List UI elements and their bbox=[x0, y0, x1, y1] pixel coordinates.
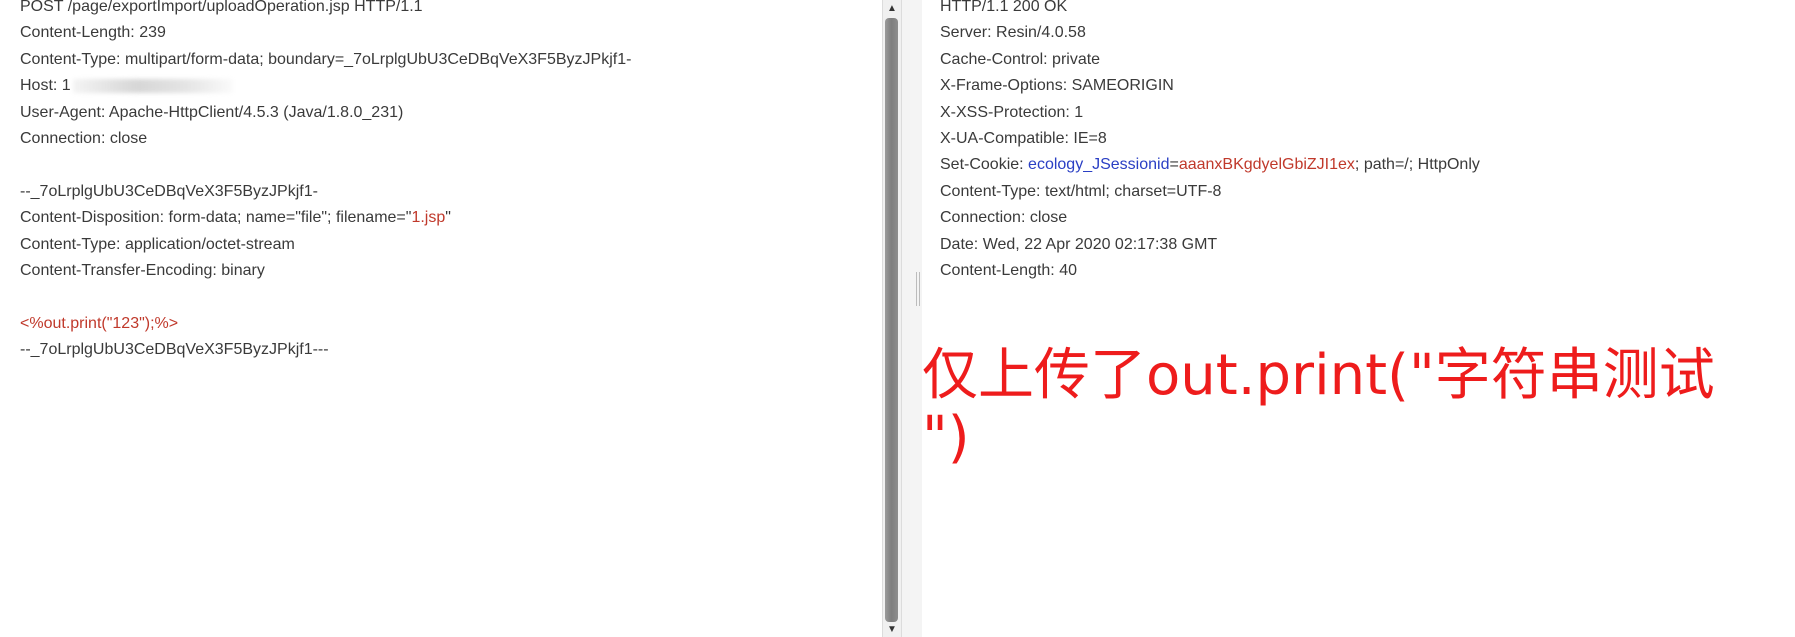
status-line: HTTP/1.1 200 OK bbox=[940, 0, 1068, 15]
header-set-cookie: Set-Cookie: ecology_JSessionid=aaanxBKgd… bbox=[940, 152, 1480, 178]
disposition-filename: 1.jsp bbox=[411, 209, 446, 227]
header-date: Date: Wed, 22 Apr 2020 02:17:38 GMT bbox=[940, 235, 1218, 253]
header-x-frame-options: X-Frame-Options: SAMEORIGIN bbox=[940, 77, 1174, 95]
boundary-close: --_7oLrplgUbU3CeDBqVeX3F5ByzJPkjf1--- bbox=[20, 341, 329, 359]
scrollbar-thumb[interactable] bbox=[885, 18, 898, 622]
header-user-agent: User-Agent: Apache-HttpClient/4.5.3 (Jav… bbox=[20, 103, 404, 121]
header-host: Host: 1 bbox=[20, 73, 631, 99]
response-viewer[interactable]: HTTP/1.1 200 OK Server: Resin/4.0.58 Cac… bbox=[922, 0, 1795, 637]
pane-splitter[interactable] bbox=[902, 0, 922, 637]
redacted-host-blur bbox=[72, 78, 233, 93]
boundary-open: --_7oLrplgUbU3CeDBqVeX3F5ByzJPkjf1- bbox=[20, 182, 318, 200]
cookie-value: aaanxBKgdyelGbiZJI1ex bbox=[1178, 156, 1355, 174]
header-content-disposition: Content-Disposition: form-data; name="fi… bbox=[20, 205, 631, 231]
header-content-length: Content-Length: 239 bbox=[20, 24, 166, 42]
header-content-type: Content-Type: multipart/form-data; bound… bbox=[20, 50, 632, 68]
disposition-prefix: Content-Disposition: form-data; name="fi… bbox=[20, 209, 412, 227]
cookie-name: ecology_JSessionid bbox=[1028, 156, 1170, 174]
header-x-xss-protection: X-XSS-Protection: 1 bbox=[940, 103, 1084, 121]
request-line: POST /page/exportImport/uploadOperation.… bbox=[20, 0, 423, 15]
annotation-line-2: ") bbox=[922, 405, 970, 470]
splitter-grip-icon[interactable] bbox=[916, 272, 920, 306]
annotation-line-1: 仅上传了out.print("字符串测试 bbox=[922, 343, 1715, 408]
header-connection: Connection: close bbox=[940, 209, 1068, 227]
scroll-up-arrow-icon[interactable]: ▲ bbox=[883, 2, 901, 16]
header-x-ua-compatible: X-UA-Compatible: IE=8 bbox=[940, 129, 1107, 147]
red-annotation: 仅上传了out.print("字符串测试 ") bbox=[922, 345, 1742, 469]
cookie-equals: = bbox=[1169, 156, 1179, 174]
response-lines: HTTP/1.1 200 OK Server: Resin/4.0.58 Cac… bbox=[940, 0, 1480, 284]
payload-line: <%out.print("123");%> bbox=[20, 314, 179, 332]
request-lines: POST /page/exportImport/uploadOperation.… bbox=[20, 0, 631, 363]
header-content-length: Content-Length: 40 bbox=[940, 261, 1077, 279]
header-connection: Connection: close bbox=[20, 129, 148, 147]
header-content-type: Content-Type: text/html; charset=UTF-8 bbox=[940, 182, 1222, 200]
header-server: Server: Resin/4.0.58 bbox=[940, 24, 1086, 42]
cookie-suffix: ; path=/; HttpOnly bbox=[1354, 156, 1480, 174]
request-scrollbar[interactable]: ▲ ▼ bbox=[882, 0, 902, 637]
part-transfer-encoding: Content-Transfer-Encoding: binary bbox=[20, 261, 265, 279]
disposition-suffix: " bbox=[445, 209, 451, 227]
host-label: Host: 1 bbox=[20, 77, 71, 95]
part-content-type: Content-Type: application/octet-stream bbox=[20, 235, 295, 253]
request-editor[interactable]: POST /page/exportImport/uploadOperation.… bbox=[0, 0, 882, 637]
header-cache-control: Cache-Control: private bbox=[940, 50, 1101, 68]
scroll-down-arrow-icon[interactable]: ▼ bbox=[883, 623, 901, 637]
cookie-prefix: Set-Cookie: bbox=[940, 156, 1029, 174]
